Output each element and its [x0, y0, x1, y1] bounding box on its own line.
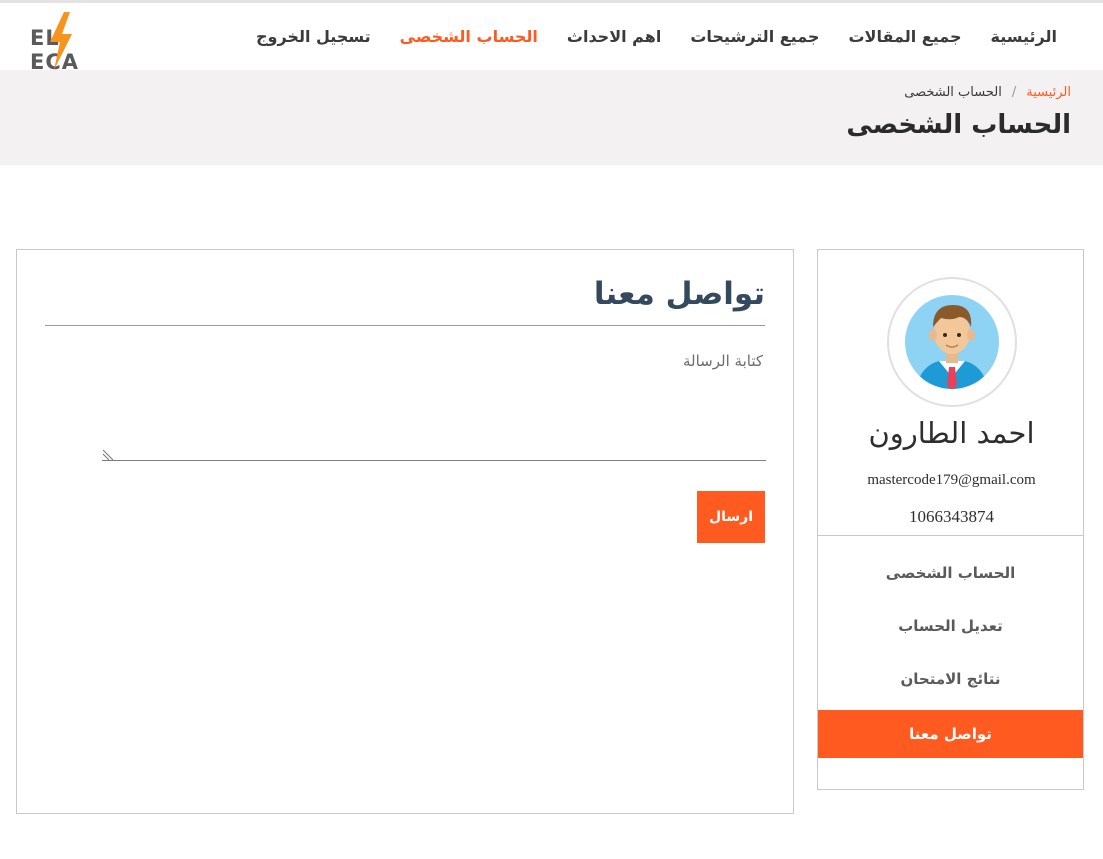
- navbar: ELECA الرئيسية جميع المقالات جميع الترشي…: [0, 3, 1103, 74]
- divider: [818, 535, 1083, 536]
- profile-menu-account[interactable]: الحساب الشخصى: [818, 547, 1083, 600]
- breadcrumb-separator: /: [1011, 85, 1017, 100]
- user-name: احمد الطارون: [868, 416, 1035, 450]
- user-phone: 1066343874: [909, 507, 994, 526]
- avatar: [887, 277, 1017, 407]
- nav-top-events[interactable]: اهم الاحداث: [567, 27, 661, 46]
- site-logo[interactable]: ELECA: [28, 12, 118, 74]
- resize-handle-icon[interactable]: [102, 449, 114, 461]
- main-nav: الرئيسية جميع المقالات جميع الترشيحات اه…: [256, 3, 1057, 70]
- profile-menu-contact-us[interactable]: تواصل معنا: [818, 710, 1083, 758]
- user-email: mastercode179@gmail.com: [867, 472, 1036, 488]
- divider: [45, 325, 765, 326]
- nav-logout[interactable]: تسجيل الخروج: [256, 27, 371, 46]
- nav-all-nominations[interactable]: جميع الترشيحات: [690, 27, 819, 46]
- user-avatar-icon: [905, 295, 999, 389]
- nav-home[interactable]: الرئيسية: [991, 27, 1058, 46]
- nav-profile[interactable]: الحساب الشخصى: [400, 27, 538, 46]
- contact-panel: تواصل معنا كتابة الرسالة ارسال: [16, 249, 794, 814]
- page-title: الحساب الشخصى: [846, 110, 1071, 140]
- nav-all-articles[interactable]: جميع المقالات: [848, 27, 961, 46]
- send-button[interactable]: ارسال: [697, 491, 765, 543]
- message-textarea[interactable]: [102, 375, 766, 461]
- lightning-bolt-icon: [50, 12, 72, 70]
- profile-sidebar: احمد الطارون mastercode179@gmail.com 106…: [817, 249, 1084, 790]
- contact-title: تواصل معنا: [593, 276, 765, 312]
- breadcrumb: الرئيسية / الحساب الشخصى: [904, 85, 1071, 100]
- page-header-banner: الرئيسية / الحساب الشخصى الحساب الشخصى: [0, 70, 1103, 165]
- profile-menu-exam-results[interactable]: نتائج الامتحان: [818, 653, 1083, 706]
- breadcrumb-current: الحساب الشخصى: [904, 85, 1002, 100]
- message-label: كتابة الرسالة: [683, 352, 763, 370]
- profile-menu: الحساب الشخصى تعديل الحساب نتائج الامتحا…: [818, 547, 1083, 758]
- profile-menu-edit-account[interactable]: تعديل الحساب: [818, 600, 1083, 653]
- breadcrumb-home-link[interactable]: الرئيسية: [1026, 85, 1071, 100]
- logo-wordmark: ELECA: [30, 26, 118, 74]
